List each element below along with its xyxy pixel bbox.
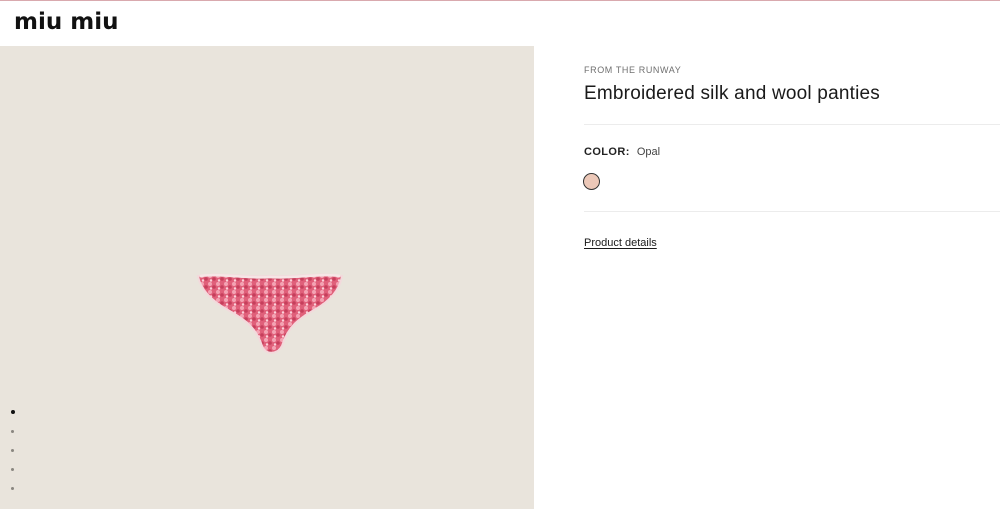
gallery-dot-4[interactable] xyxy=(11,468,14,471)
product-eyebrow: FROM THE RUNWAY xyxy=(584,65,682,75)
gallery-dot-5[interactable] xyxy=(11,487,14,490)
gallery-dot-3[interactable] xyxy=(11,449,14,452)
product-info-panel: FROM THE RUNWAY Embroidered silk and woo… xyxy=(534,46,1000,509)
divider xyxy=(584,211,1000,212)
color-value: Opal xyxy=(636,146,661,158)
product-details-link[interactable]: Product details xyxy=(584,237,657,249)
color-row: COLOR: Opal xyxy=(584,146,660,158)
color-label: COLOR: xyxy=(584,146,630,158)
divider xyxy=(584,124,1000,125)
site-header: miu miu xyxy=(0,1,1000,45)
product-gallery[interactable] xyxy=(0,46,534,509)
color-swatch-opal[interactable] xyxy=(583,173,600,190)
embroidered-panties-image xyxy=(196,273,344,354)
gallery-pagination xyxy=(10,410,19,506)
miu-miu-logo[interactable]: miu miu xyxy=(14,10,118,34)
product-title: Embroidered silk and wool panties xyxy=(584,83,880,104)
gallery-dot-2[interactable] xyxy=(11,430,14,433)
gallery-dot-1[interactable] xyxy=(10,410,15,414)
